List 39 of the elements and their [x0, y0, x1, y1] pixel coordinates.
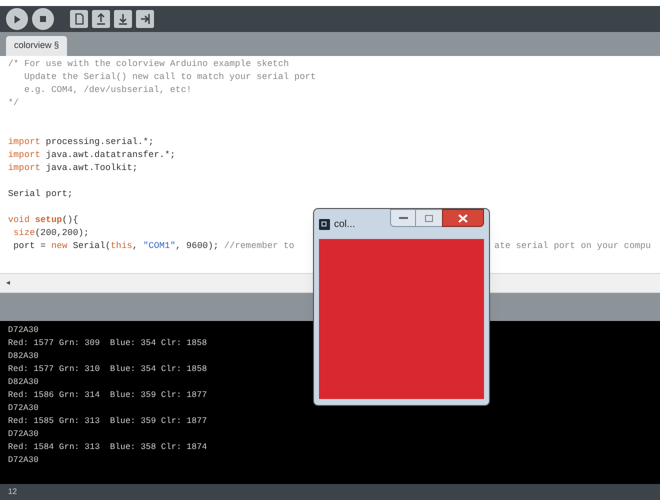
new-button[interactable]	[70, 10, 88, 28]
run-button[interactable]	[6, 8, 28, 30]
console-line: Red: 1577 Grn: 309 Blue: 354 Clr: 1858	[8, 337, 207, 350]
code-line: size(200,200);	[12, 227, 90, 240]
app-icon	[319, 218, 330, 230]
window-title: col...	[334, 218, 356, 232]
maximize-button[interactable]	[416, 209, 442, 227]
open-button[interactable]	[92, 10, 110, 28]
console-line: D72A30	[8, 454, 39, 467]
stop-button[interactable]	[32, 8, 54, 30]
console-line: D82A30	[8, 350, 39, 363]
minimize-button[interactable]	[390, 209, 416, 227]
code-line: void setup(){	[8, 214, 78, 227]
play-icon	[14, 14, 20, 24]
sketch-tab[interactable]: colorview §	[6, 36, 68, 56]
line-number: 12	[8, 486, 17, 498]
console-line: Red: 1586 Grn: 314 Blue: 359 Clr: 1877	[8, 389, 207, 402]
scroll-left-arrow[interactable]: ◂	[6, 277, 10, 289]
console-line: Red: 1585 Grn: 313 Blue: 359 Clr: 1877	[8, 415, 207, 428]
save-button[interactable]	[114, 10, 132, 28]
console-line: Red: 1577 Grn: 310 Blue: 354 Clr: 1858	[8, 363, 207, 376]
code-line: import java.awt.datatransfer.*;	[8, 149, 176, 162]
code-line: Update the Serial() new call to match your serial port	[23, 71, 316, 84]
console-line: Red: 1584 Grn: 313 Blue: 358 Clr: 1874	[8, 441, 207, 454]
code-line: import processing.serial.*;	[8, 136, 154, 149]
console-line: D72A30	[8, 428, 39, 441]
code-line: import java.awt.Toolkit;	[8, 162, 138, 175]
code-line: port = new Serial(this, "COM1", 9600); //remember to	[12, 240, 294, 253]
code-line: /* For use with the colorview Arduino example sketch	[8, 58, 289, 71]
console-line: D82A30	[8, 376, 39, 389]
code-line: Serial port;	[8, 188, 73, 201]
export-button[interactable]	[136, 10, 154, 28]
code-line: */	[8, 97, 19, 110]
code-line: ate serial port on your compu	[494, 240, 651, 253]
close-button[interactable]	[442, 209, 484, 227]
console-line: D72A30	[8, 402, 39, 415]
close-icon	[458, 214, 468, 222]
code-line: e.g. COM4, /dev/usbserial, etc!	[23, 84, 192, 97]
console-line: D72A30	[8, 324, 39, 337]
